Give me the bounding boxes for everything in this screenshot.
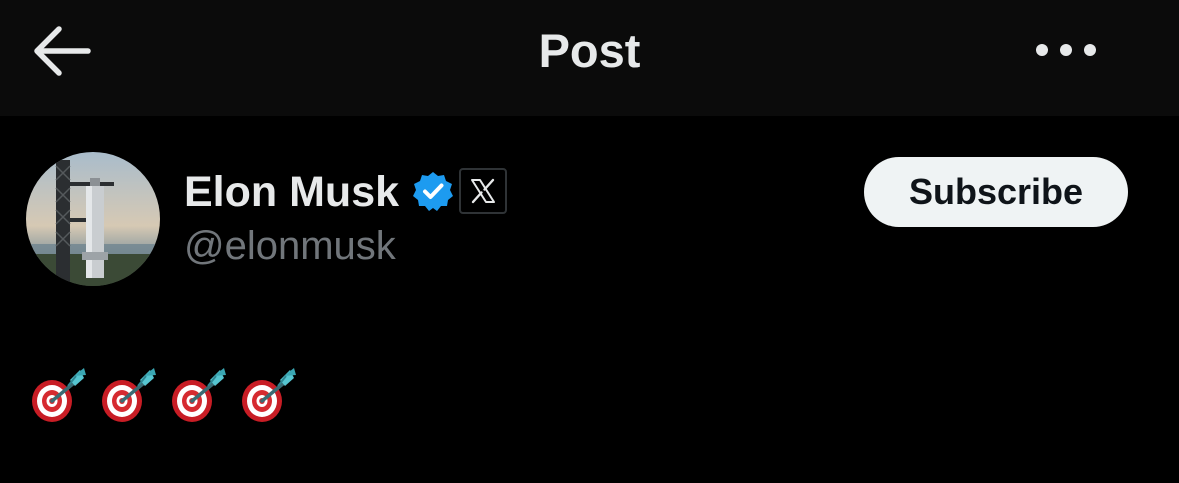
more-options-button[interactable]: [1030, 30, 1102, 70]
direct-hit-emoji: [238, 366, 300, 426]
top-navigation-bar: Post: [0, 0, 1179, 116]
x-logo-icon: [471, 178, 495, 204]
verified-badge-icon[interactable]: [412, 170, 454, 212]
author-display-name[interactable]: Elon Musk: [184, 166, 399, 218]
ellipsis-horizontal-icon: [1036, 44, 1096, 56]
subscribe-button[interactable]: Subscribe: [864, 157, 1128, 227]
direct-hit-emoji: [168, 366, 230, 426]
page-title: Post: [538, 24, 641, 77]
avatar[interactable]: [26, 152, 160, 286]
author-handle[interactable]: @elonmusk: [184, 220, 396, 272]
affiliate-badge[interactable]: [459, 168, 507, 214]
rocket-launch-tower-photo: [26, 152, 160, 286]
direct-hit-emoji: [28, 366, 90, 426]
direct-hit-emoji: [98, 366, 160, 426]
post-content: [28, 366, 300, 426]
